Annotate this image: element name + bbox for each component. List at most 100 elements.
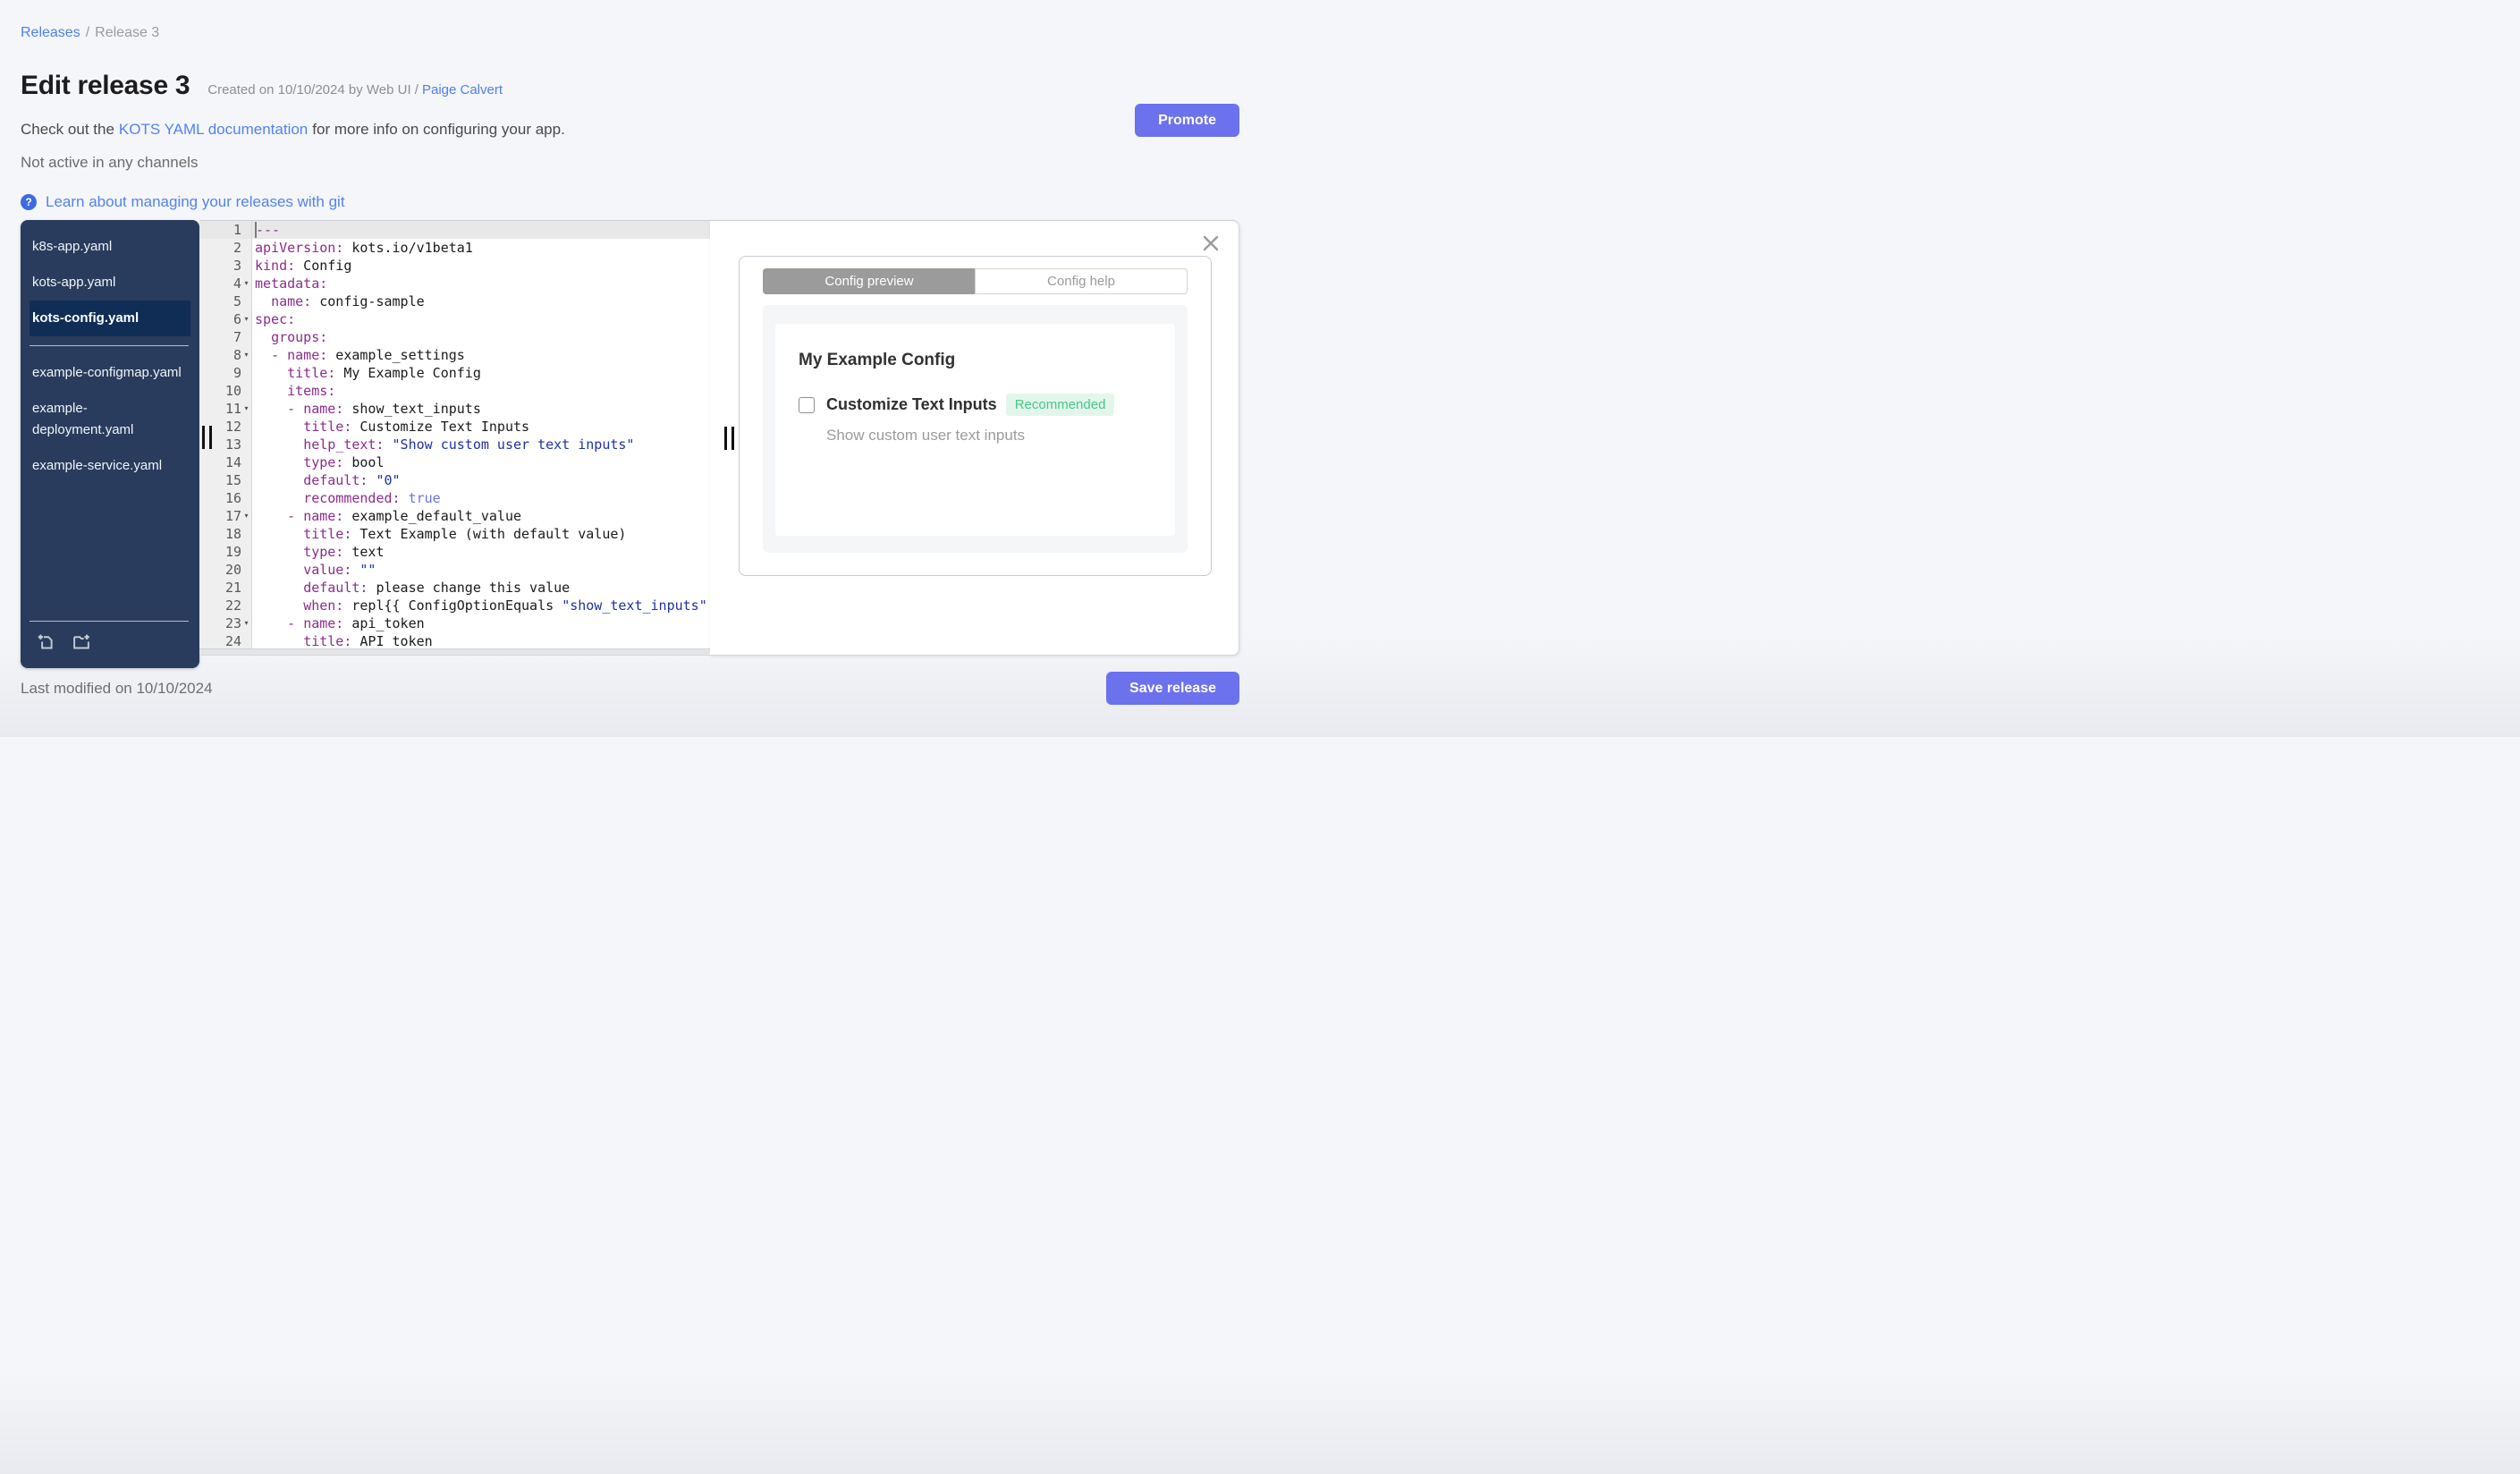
sidebar-footer [30, 621, 189, 668]
line-number: 23 ▾ [199, 614, 252, 632]
file-list-divider [30, 345, 189, 346]
code-line[interactable]: recommended: true [252, 489, 710, 507]
code-row[interactable]: 16 recommended: true [199, 489, 710, 507]
code-row[interactable]: 2 apiVersion: kots.io/v1beta1 [199, 239, 710, 257]
save-release-button[interactable]: Save release [1106, 672, 1239, 705]
fold-arrow-icon[interactable]: ▾ [241, 346, 251, 364]
tab-config-preview[interactable]: Config preview [763, 268, 975, 294]
code-row[interactable]: 14 type: bool [199, 453, 710, 471]
breadcrumb-current: Release 3 [95, 25, 160, 40]
fold-arrow-icon[interactable]: ▾ [241, 507, 251, 525]
code-line[interactable]: - name: example_settings [252, 346, 710, 364]
line-number: 5 [199, 292, 252, 310]
config-option-row: Customize Text Inputs Recommended [799, 394, 1152, 416]
workspace: k8s-app.yaml kots-app.yaml kots-config.yam… [21, 220, 1239, 668]
page-title: Edit release 3 [21, 71, 190, 100]
code-line[interactable]: default: "0" [252, 471, 710, 489]
tab-config-help[interactable]: Config help [975, 268, 1188, 294]
line-number: 22 [199, 597, 252, 614]
file-item[interactable]: example-service.yaml [30, 448, 190, 484]
file-item[interactable]: kots-app.yaml [30, 265, 190, 301]
code-line[interactable]: groups: [252, 328, 710, 346]
code-line[interactable]: name: config-sample [252, 292, 710, 310]
docs-line: Check out the KOTS YAML documentation for … [21, 121, 1239, 139]
code-row[interactable]: 12 title: Customize Text Inputs [199, 418, 710, 436]
channel-status: Not active in any channels [21, 154, 199, 171]
code-row[interactable]: 19 type: text [199, 543, 710, 561]
code-row[interactable]: 24 title: API token [199, 632, 710, 650]
code-row[interactable]: 5 name: config-sample [199, 292, 710, 310]
code-row[interactable]: 1 --- [199, 221, 710, 239]
customize-text-inputs-checkbox[interactable] [799, 396, 815, 413]
breadcrumb-separator: / [85, 25, 90, 40]
code-line[interactable]: - name: api_token [252, 614, 710, 632]
fold-arrow-icon[interactable]: ▾ [241, 400, 251, 418]
promote-button[interactable]: Promote [1135, 104, 1239, 137]
code-row[interactable]: 10 items: [199, 382, 710, 400]
code-row[interactable]: 17 ▾ - name: example_default_value [199, 507, 710, 525]
file-item[interactable]: example-configmap.yaml [30, 355, 190, 391]
code-area[interactable]: 1 --- 2 apiVersion: kots.io/v1beta1 3 kind: C… [199, 221, 710, 655]
line-number: 17 ▾ [199, 507, 252, 525]
code-row[interactable]: 13 help_text: "Show custom user text inp… [199, 436, 710, 453]
fold-arrow-icon[interactable]: ▾ [241, 310, 251, 328]
code-line[interactable]: title: Text Example (with default value) [252, 525, 710, 543]
code-line[interactable]: value: "" [252, 561, 710, 579]
code-row[interactable]: 8 ▾ - name: example_settings [199, 346, 710, 364]
file-item[interactable]: k8s-app.yaml [30, 229, 190, 265]
code-row[interactable]: 20 value: "" [199, 561, 710, 579]
code-line[interactable]: --- [252, 221, 710, 239]
code-line[interactable]: default: please change this value [252, 579, 710, 597]
git-releases-link[interactable]: Learn about managing your releases with … [46, 193, 345, 211]
author-link[interactable]: Paige Calvert [422, 82, 503, 97]
code-row[interactable]: 6 ▾ spec: [199, 310, 710, 328]
config-option-label: Customize Text Inputs [826, 395, 997, 413]
add-file-icon[interactable] [37, 632, 55, 656]
code-line[interactable]: title: My Example Config [252, 364, 710, 382]
code-line[interactable]: spec: [252, 310, 710, 328]
code-row[interactable]: 9 title: My Example Config [199, 364, 710, 382]
code-line[interactable]: help_text: "Show custom user text inputs… [252, 436, 710, 453]
code-line[interactable]: when: repl{{ ConfigOptionEquals "show_te… [252, 597, 710, 614]
line-number: 4 ▾ [199, 275, 252, 292]
code-line[interactable]: metadata: [252, 275, 710, 292]
sidebar-resize-handle[interactable] [202, 426, 212, 449]
code-line[interactable]: kind: Config [252, 257, 710, 275]
title-row: Edit release 3 Created on 10/10/2024 by … [21, 71, 1239, 101]
editor-horizontal-scrollbar[interactable] [199, 648, 710, 655]
code-line[interactable]: - name: show_text_inputs [252, 400, 710, 418]
code-row[interactable]: 22 when: repl{{ ConfigOptionEquals "show… [199, 597, 710, 614]
code-row[interactable]: 15 default: "0" [199, 471, 710, 489]
add-folder-icon[interactable] [72, 632, 91, 656]
code-row[interactable]: 3 kind: Config [199, 257, 710, 275]
close-icon[interactable] [1199, 232, 1222, 255]
code-row[interactable]: 4 ▾ metadata: [199, 275, 710, 292]
yaml-editor[interactable]: 1 --- 2 apiVersion: kots.io/v1beta1 3 kind: C… [199, 220, 710, 656]
code-line[interactable]: title: Customize Text Inputs [252, 418, 710, 436]
breadcrumb-releases-link[interactable]: Releases [21, 25, 80, 40]
code-line[interactable]: items: [252, 382, 710, 400]
line-number: 18 [199, 525, 252, 543]
code-row[interactable]: 21 default: please change this value [199, 579, 710, 597]
kots-yaml-docs-link[interactable]: KOTS YAML documentation [119, 121, 308, 138]
code-row[interactable]: 18 title: Text Example (with default val… [199, 525, 710, 543]
docs-line-post: for more info on configuring your app. [312, 121, 565, 138]
docs-line-pre: Check out the [21, 121, 114, 138]
editor-resize-handle[interactable] [724, 427, 734, 450]
code-row[interactable]: 23 ▾ - name: api_token [199, 614, 710, 632]
created-text: Created on 10/10/2024 by Web UI / [207, 82, 419, 97]
line-number: 10 [199, 382, 252, 400]
file-item[interactable]: example-deployment.yaml [30, 391, 190, 448]
fold-arrow-icon[interactable]: ▾ [241, 275, 251, 292]
code-line[interactable]: title: API token [252, 632, 710, 650]
fold-arrow-icon[interactable]: ▾ [241, 614, 251, 632]
code-row[interactable]: 11 ▾ - name: show_text_inputs [199, 400, 710, 418]
code-row[interactable]: 7 groups: [199, 328, 710, 346]
last-modified: Last modified on 10/10/2024 [21, 679, 213, 697]
file-item[interactable]: kots-config.yaml [30, 301, 190, 336]
code-line[interactable]: type: bool [252, 453, 710, 471]
config-preview-panel: Config preview Config help My Example Con… [710, 220, 1239, 656]
code-line[interactable]: apiVersion: kots.io/v1beta1 [252, 239, 710, 257]
code-line[interactable]: type: text [252, 543, 710, 561]
code-line[interactable]: - name: example_default_value [252, 507, 710, 525]
